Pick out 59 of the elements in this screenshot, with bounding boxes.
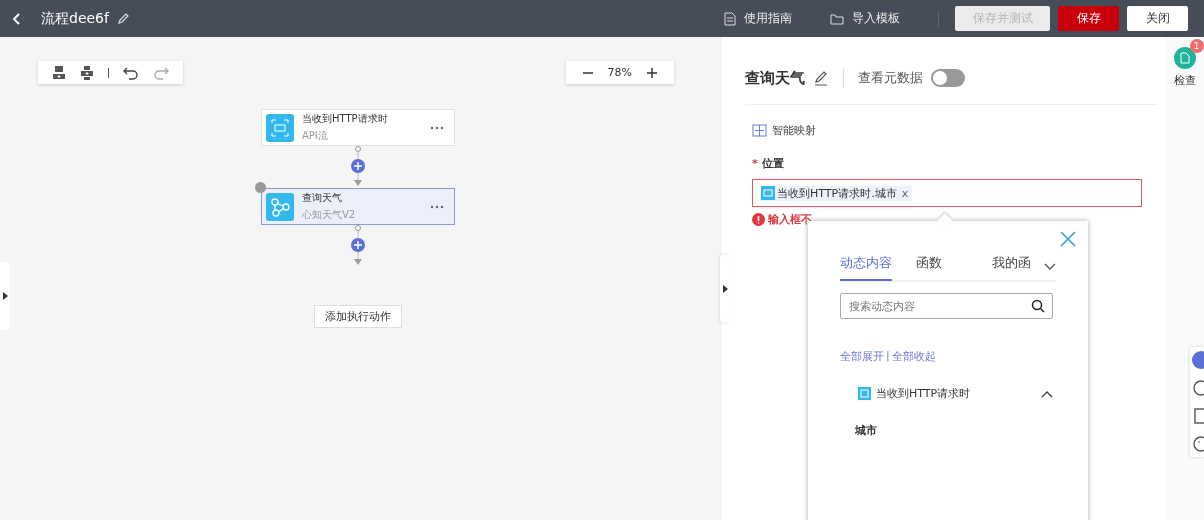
api-icon [761, 186, 775, 200]
pencil-icon[interactable] [813, 70, 829, 86]
node-subtitle: 心知天气V2 [302, 208, 357, 222]
popup-tab[interactable]: 函数 [916, 254, 992, 281]
triangle-icon [2, 292, 8, 300]
more-icon[interactable] [430, 125, 444, 130]
mapping-icon[interactable] [752, 124, 767, 137]
search-field[interactable]: 搜索动态内容 [840, 293, 1053, 319]
header-button[interactable]: 关闭 [1127, 6, 1188, 31]
smart-mapping-link[interactable]: 智能映射 [772, 123, 816, 138]
zoom-in-icon[interactable] [646, 66, 658, 79]
search-icon [1031, 299, 1045, 313]
error-icon [752, 213, 765, 226]
metadata-label: 查看元数据 [858, 69, 923, 87]
collapse-all-link[interactable]: 全部收起 [891, 349, 936, 364]
flow-node[interactable]: 当收到HTTP请求时 API流 [261, 109, 455, 146]
api-icon [858, 387, 871, 400]
pencil-icon[interactable] [116, 12, 130, 25]
error-message: 输入框不 [768, 212, 812, 227]
chevron-up-icon[interactable] [1041, 389, 1053, 398]
folder-icon [830, 12, 844, 25]
header-link[interactable]: 使用指南 [724, 10, 792, 27]
expand-tab[interactable] [0, 262, 10, 330]
metadata-toggle[interactable] [931, 69, 965, 87]
link-separator: | [886, 349, 890, 364]
input-field[interactable]: 当收到HTTP请求时.城市 x [752, 179, 1142, 207]
undo-icon[interactable] [123, 65, 139, 80]
collapse-tab[interactable] [720, 255, 730, 323]
document-icon [724, 11, 736, 26]
connector-drawing [351, 225, 365, 267]
flow-title: 流程dee6f [41, 9, 109, 28]
flow-node[interactable]: 查询天气 心知天气V2 [261, 188, 455, 225]
popup-tab[interactable]: 动态内容 [840, 254, 892, 281]
add-node-icon[interactable] [52, 64, 66, 81]
header-button[interactable]: 保存 [1058, 6, 1119, 31]
field-label: * 位置 [752, 156, 785, 171]
expand-all-link[interactable]: 全部展开 [840, 349, 884, 364]
check-label: 检查 [1173, 73, 1196, 88]
node-title: 当收到HTTP请求时 [302, 112, 389, 126]
document-icon [1179, 52, 1190, 64]
token-chip: 当收到HTTP请求时.城市 x [761, 185, 913, 201]
node-title: 查询天气 [302, 191, 343, 205]
check-button[interactable] [1173, 47, 1196, 69]
popup-tab[interactable]: 我的函 [992, 254, 1036, 281]
connector-drawing [351, 146, 365, 188]
zoom-level: 78% [607, 66, 632, 79]
add-action-button[interactable]: 添加执行动作 [314, 305, 402, 328]
back-icon[interactable] [13, 12, 21, 25]
triangle-icon [722, 285, 728, 293]
chevron-down-icon[interactable] [1044, 262, 1056, 271]
group-header[interactable]: 当收到HTTP请求时 [858, 386, 1053, 401]
notification-badge: 1 [1189, 39, 1204, 53]
close-icon[interactable] [1060, 231, 1076, 247]
panel-title: 查询天气 [745, 68, 805, 88]
header-link[interactable]: 导入模板 [830, 10, 900, 27]
content-item[interactable]: 城市 [855, 423, 1053, 438]
node-subtitle: API流 [302, 129, 329, 143]
more-icon[interactable] [430, 204, 444, 209]
insert-node-icon[interactable] [80, 64, 94, 81]
